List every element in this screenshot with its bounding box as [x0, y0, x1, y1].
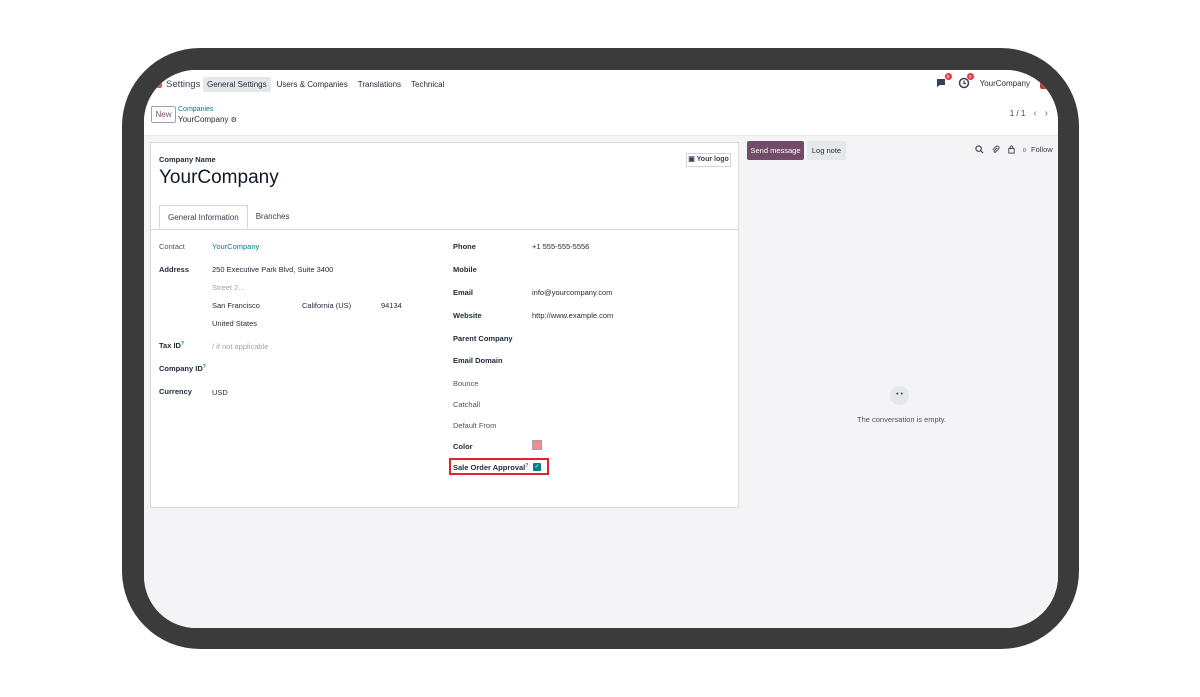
tab-divider: [151, 229, 738, 230]
empty-face-icon: • •: [890, 386, 909, 405]
highlight-box: [449, 458, 549, 475]
pager: 1 / 1 ‹ ›: [1010, 108, 1048, 119]
breadcrumb-current: YourCompany ⚙: [178, 115, 237, 124]
chatter-panel: Send message Log note 0 Follow • • The c…: [747, 136, 1058, 628]
paperclip-icon[interactable]: [991, 145, 1000, 156]
tax-id-label: Tax ID?: [159, 341, 184, 350]
bounce-label: Bounce: [453, 379, 479, 388]
catchall-label: Catchall: [453, 400, 481, 409]
breadcrumb-companies[interactable]: Companies: [178, 106, 213, 113]
breadcrumb-current-label: YourCompany: [178, 115, 229, 124]
address-label: Address: [159, 265, 190, 274]
company-id-label: Company ID?: [159, 364, 206, 373]
search-icon[interactable]: [975, 145, 984, 156]
odoo-screen: Settings General Settings Users & Compan…: [144, 70, 1058, 628]
navbar-right: 8 2 YourCompany: [936, 73, 1052, 89]
activities-badge: 2: [966, 73, 974, 80]
currency-field[interactable]: USD: [212, 388, 228, 397]
help-icon[interactable]: ?: [181, 341, 184, 347]
form-tabs: General Information Branches: [159, 205, 298, 229]
phone-label: Phone: [453, 242, 476, 251]
menu-users-companies[interactable]: Users & Companies: [273, 77, 352, 92]
empty-conversation-text: The conversation is empty.: [857, 415, 947, 424]
phone-field[interactable]: +1 555-555-5556: [532, 242, 589, 251]
color-label: Color: [453, 442, 473, 451]
send-message-button[interactable]: Send message: [747, 141, 804, 160]
chatter-toolbar: 0: [975, 145, 1026, 156]
device-screen: Settings General Settings Users & Compan…: [144, 70, 1058, 628]
tax-id-field[interactable]: / if not applicable: [212, 342, 268, 351]
control-panel: New Companies YourCompany ⚙ 1 / 1 ‹ ›: [144, 100, 1058, 136]
tax-id-label-text: Tax ID: [159, 341, 181, 350]
parent-company-label: Parent Company: [453, 334, 513, 343]
country-field[interactable]: United States: [212, 319, 257, 328]
color-picker[interactable]: [532, 440, 542, 450]
log-note-button[interactable]: Log note: [807, 141, 846, 160]
top-navbar: Settings General Settings Users & Compan…: [144, 70, 1058, 100]
website-label: Website: [453, 311, 482, 320]
app-name[interactable]: Settings: [166, 79, 200, 90]
activities-icon[interactable]: 2: [958, 73, 974, 89]
default-from-label: Default From: [453, 421, 497, 430]
chevron-left-icon[interactable]: ‹: [1033, 108, 1036, 119]
new-button[interactable]: New: [151, 106, 176, 123]
followers-count: 0: [1023, 147, 1026, 154]
messages-badge: 8: [944, 73, 952, 80]
form-sheet: Company Name YourCompany ▣ Your logo Gen…: [150, 142, 739, 508]
chevron-right-icon[interactable]: ›: [1045, 108, 1048, 119]
contact-field[interactable]: YourCompany: [212, 242, 259, 251]
menu-technical[interactable]: Technical: [407, 77, 448, 92]
settings-app-icon[interactable]: [154, 80, 162, 88]
currency-label: Currency: [159, 387, 192, 396]
gear-icon[interactable]: ⚙: [231, 117, 237, 124]
top-menu: General Settings Users & Companies Trans…: [203, 77, 448, 92]
email-label: Email: [453, 288, 474, 297]
messages-icon[interactable]: 8: [936, 73, 952, 89]
city-field[interactable]: San Francisco: [212, 301, 260, 310]
follow-button[interactable]: Follow: [1031, 145, 1053, 154]
upload-logo-button[interactable]: ▣ Your logo: [686, 153, 731, 167]
state-field[interactable]: California (US): [302, 301, 351, 310]
mobile-label: Mobile: [453, 265, 477, 274]
company-name-label: Company Name: [159, 155, 216, 164]
street2-field[interactable]: Street 2...: [212, 283, 245, 292]
company-id-label-text: Company ID: [159, 364, 203, 373]
zip-field[interactable]: 94134: [381, 301, 402, 310]
email-field[interactable]: info@yourcompany.com: [532, 288, 612, 297]
pager-value[interactable]: 1 / 1: [1010, 109, 1026, 118]
image-icon: ▣: [688, 156, 695, 163]
user-avatar[interactable]: [1040, 77, 1052, 89]
help-icon[interactable]: ?: [203, 364, 206, 370]
tab-branches[interactable]: Branches: [248, 205, 298, 229]
menu-translations[interactable]: Translations: [354, 77, 405, 92]
tab-general-information[interactable]: General Information: [159, 205, 248, 229]
menu-general-settings[interactable]: General Settings: [203, 77, 271, 92]
street-field[interactable]: 250 Executive Park Blvd, Suite 3400: [212, 265, 333, 274]
logo-button-label: Your logo: [696, 156, 729, 163]
followers-icon[interactable]: [1007, 145, 1016, 156]
email-domain-label: Email Domain: [453, 356, 503, 365]
company-name-field[interactable]: YourCompany: [159, 167, 279, 189]
company-switcher[interactable]: YourCompany: [980, 79, 1030, 88]
contact-label: Contact: [159, 242, 185, 251]
website-field[interactable]: http://www.example.com: [532, 311, 613, 320]
